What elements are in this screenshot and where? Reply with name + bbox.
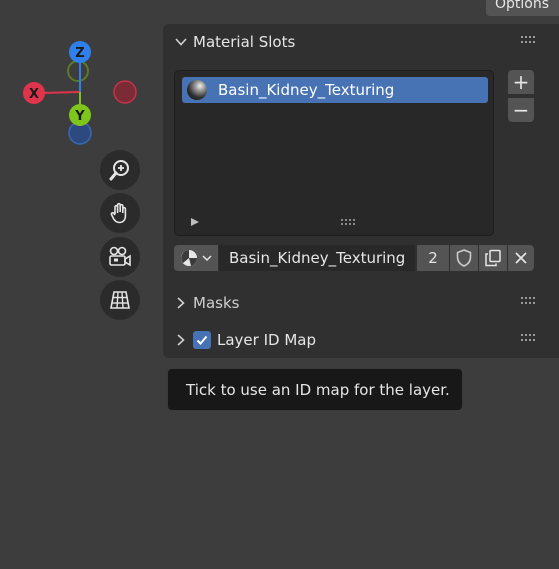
duplicate-material-button[interactable] (479, 245, 507, 271)
material-slots-title: Material Slots (193, 33, 296, 51)
zoom-button[interactable] (100, 150, 140, 190)
tooltip: Tick to use an ID map for the layer. (167, 368, 463, 411)
pan-button[interactable] (100, 193, 140, 233)
chevron-down-icon (175, 38, 187, 46)
layer-id-map-checkbox[interactable] (193, 331, 211, 349)
camera-icon (109, 246, 131, 267)
fake-user-button[interactable] (450, 245, 478, 271)
drag-grip-icon[interactable] (521, 36, 537, 44)
pan-hand-icon (110, 202, 127, 224)
chevron-right-icon (177, 334, 185, 346)
options-label: Options (495, 0, 550, 12)
camera-view-button[interactable] (100, 237, 140, 277)
remove-label: − (512, 98, 530, 122)
duplicate-icon (485, 249, 501, 267)
user-count-button[interactable]: 2 (417, 245, 449, 271)
masks-title: Masks (193, 294, 240, 312)
layer-id-map-title: Layer ID Map (217, 331, 316, 349)
expand-triangle-icon[interactable] (190, 217, 200, 227)
material-name-value: Basin_Kidney_Texturing (229, 249, 406, 267)
list-resize-grip-icon[interactable] (341, 219, 357, 226)
add-slot-button[interactable]: + (508, 70, 534, 94)
drag-grip-icon[interactable] (521, 334, 537, 342)
zoom-icon (109, 160, 129, 181)
chevron-right-icon (177, 297, 185, 309)
material-sphere-icon (187, 80, 207, 100)
options-button[interactable]: Options (486, 0, 559, 16)
neg-x-axis-handle[interactable] (113, 80, 137, 104)
material-slots-header[interactable]: Material Slots (174, 32, 295, 52)
remove-slot-button[interactable]: − (508, 98, 534, 122)
checkmark-icon (196, 335, 208, 345)
browse-material-button[interactable] (174, 245, 218, 271)
neg-z-axis-handle[interactable] (67, 60, 89, 82)
orthographic-grid-icon (110, 291, 130, 309)
z-axis-handle[interactable]: Z (69, 41, 91, 63)
add-label: + (512, 70, 530, 94)
layer-id-map-header[interactable]: Layer ID Map (174, 330, 316, 350)
shield-icon (456, 249, 472, 267)
user-count-value: 2 (428, 249, 438, 267)
material-name-field[interactable]: Basin_Kidney_Texturing (219, 245, 415, 271)
material-slot-item[interactable]: Basin_Kidney_Texturing (182, 77, 488, 103)
material-slot-label: Basin_Kidney_Texturing (218, 81, 395, 99)
y-axis-handle[interactable]: Y (69, 104, 91, 126)
z-axis-label: Z (75, 46, 84, 61)
perspective-toggle-button[interactable] (100, 280, 140, 320)
x-axis-handle[interactable]: X (23, 82, 45, 104)
material-sphere-browse-icon (181, 250, 212, 266)
unlink-material-button[interactable] (508, 245, 534, 271)
y-axis-label: Y (74, 109, 85, 124)
x-axis-label: X (29, 87, 39, 102)
tooltip-text: Tick to use an ID map for the layer. (186, 380, 450, 399)
drag-grip-icon[interactable] (521, 297, 537, 305)
masks-header[interactable]: Masks (174, 293, 239, 313)
close-icon (515, 252, 527, 264)
navigation-gizmo[interactable]: Z X Y (16, 36, 146, 148)
